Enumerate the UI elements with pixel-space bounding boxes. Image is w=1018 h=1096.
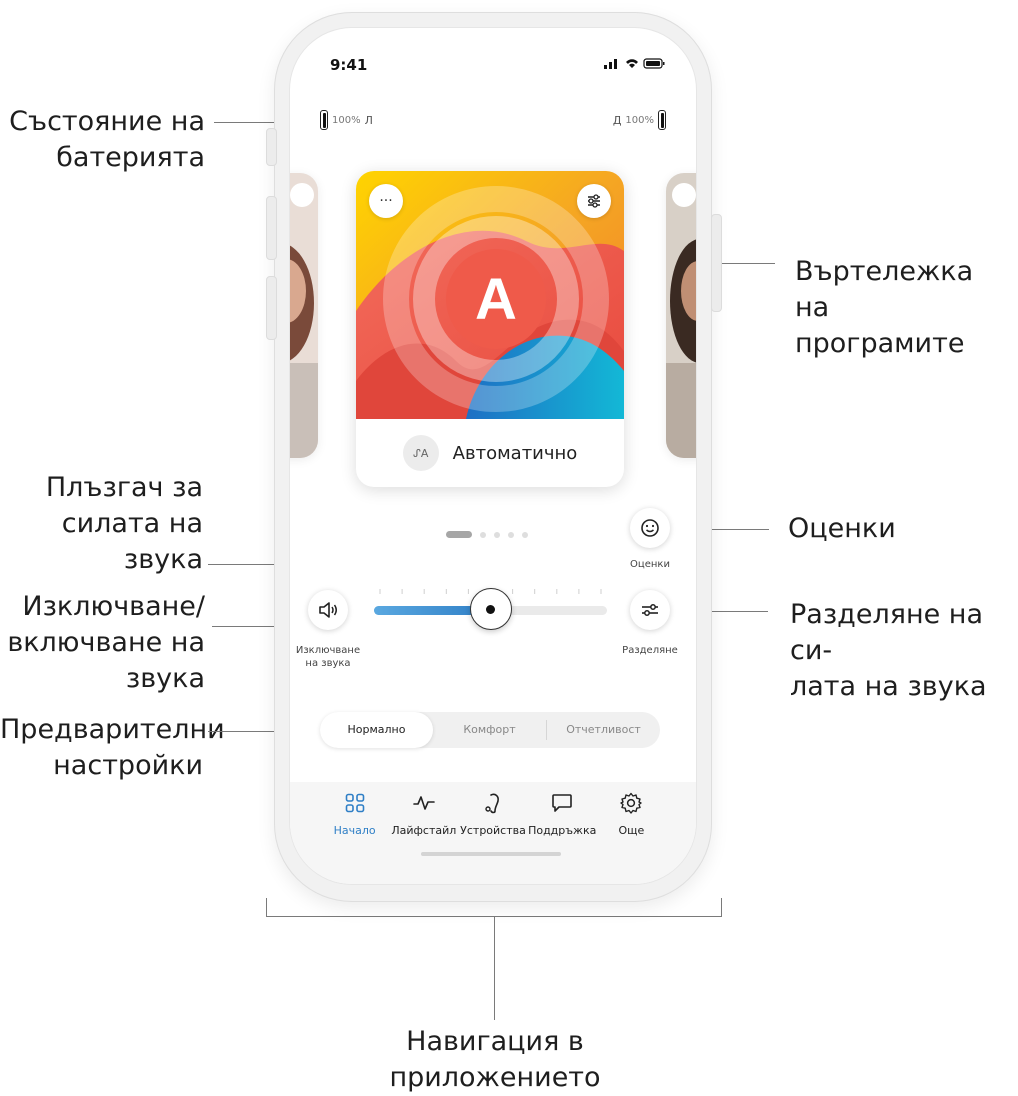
callout-ratings: Оценки xyxy=(788,513,896,544)
nav-label-lifestyle: Лайфстайл xyxy=(391,824,457,837)
hearing-aid-icon: ᔑA xyxy=(402,435,439,471)
carousel-card-previous[interactable] xyxy=(290,173,318,458)
sliders-icon xyxy=(588,194,600,208)
gear-icon xyxy=(620,792,643,814)
program-settings-button[interactable] xyxy=(577,184,611,218)
phone-side-button-power xyxy=(711,214,722,312)
smiley-icon xyxy=(641,519,659,537)
nav-item-home[interactable]: Начало xyxy=(320,792,389,837)
phone-side-button-volume-up xyxy=(266,196,277,260)
pulse-icon xyxy=(412,796,435,810)
grid-icon xyxy=(345,793,364,813)
battery-right-side: Д xyxy=(612,113,622,127)
nav-label-more: Още xyxy=(618,824,645,837)
phone-side-button-top xyxy=(266,128,277,166)
carousel-dot[interactable] xyxy=(508,531,514,538)
preset-normal[interactable]: Нормално xyxy=(320,712,433,748)
callout-carousel: Въртележка на програмите xyxy=(795,256,974,359)
battery-left-icon xyxy=(320,110,328,130)
nav-item-more[interactable]: Още xyxy=(597,792,666,837)
program-badge-letter: A xyxy=(475,267,517,332)
carousel-card-next[interactable] xyxy=(666,173,696,458)
callout-battery: Състояние на батерията xyxy=(9,106,205,173)
program-more-button[interactable]: ··· xyxy=(369,184,403,218)
phone-side-button-volume-down xyxy=(266,276,277,340)
bottom-navigation: Начало Лайфстайл Устройства Поддръжка Ощ… xyxy=(290,782,696,884)
nav-item-devices[interactable]: Устройства xyxy=(458,792,527,837)
callout-nav-stem xyxy=(494,916,495,1020)
split-volume-button[interactable] xyxy=(630,590,670,630)
carousel-page-indicator xyxy=(446,531,528,538)
battery-right: Д 100% xyxy=(613,110,666,130)
preset-selector: Нормално Комфорт Отчетливост xyxy=(320,712,660,748)
home-indicator xyxy=(421,852,561,856)
program-card[interactable]: A ··· ᔑA Автоматично xyxy=(356,171,624,487)
previous-program-image xyxy=(290,173,318,458)
nav-label-home: Начало xyxy=(333,824,376,837)
preset-clarity[interactable]: Отчетливост xyxy=(547,712,660,748)
callout-mute: Изключване/ включване на звука xyxy=(7,591,205,694)
battery-right-percent: 100% xyxy=(625,114,654,126)
signal-wifi-battery-icon xyxy=(604,58,665,69)
ratings-label: Оценки xyxy=(630,559,670,570)
battery-right-icon xyxy=(658,110,666,130)
callout-volume-slider: Плъзгач за силата на звука xyxy=(45,472,203,575)
carousel-dot[interactable] xyxy=(480,531,486,538)
callout-nav-bracket-right xyxy=(721,898,722,916)
split-icon xyxy=(642,604,658,616)
callout-presets: Предварителни настройки xyxy=(0,714,225,781)
preset-comfort[interactable]: Комфорт xyxy=(433,712,546,748)
split-label: Разделяне xyxy=(622,645,678,656)
carousel-dot[interactable] xyxy=(494,531,500,538)
status-icons xyxy=(604,56,666,74)
hearing-aid-icon xyxy=(485,793,499,814)
carousel-dot[interactable] xyxy=(522,531,528,538)
nav-item-lifestyle[interactable]: Лайфстайл xyxy=(389,792,458,837)
status-time: 9:41 xyxy=(330,56,368,74)
battery-left: 100% Л xyxy=(320,110,373,130)
mute-button[interactable] xyxy=(308,590,348,630)
ratings-button[interactable] xyxy=(630,508,670,548)
callout-split: Разделяне на си- лата на звука xyxy=(790,599,987,702)
mute-label: Изключване на звука xyxy=(295,645,361,669)
phone-screen: 9:41 100% Л Д 100% A ··· ᔑA Автоматично … xyxy=(290,28,696,884)
carousel-dot[interactable] xyxy=(446,531,472,538)
more-icon: ··· xyxy=(379,193,393,209)
program-name-row: ᔑA Автоматично xyxy=(356,419,624,487)
nav-label-devices: Устройства xyxy=(460,824,526,837)
nav-item-support[interactable]: Поддръжка xyxy=(528,792,597,837)
chat-icon xyxy=(552,794,573,812)
speaker-icon xyxy=(319,602,337,618)
battery-left-percent: 100% xyxy=(332,114,361,126)
program-name: Автоматично xyxy=(452,442,578,464)
nav-label-support: Поддръжка xyxy=(528,824,597,837)
volume-slider-thumb[interactable] xyxy=(469,588,512,630)
callout-navigation: Навигация в приложението xyxy=(389,1026,601,1093)
next-program-image xyxy=(666,173,696,458)
callout-nav-bracket-left xyxy=(266,898,267,916)
battery-left-side: Л xyxy=(364,113,373,127)
